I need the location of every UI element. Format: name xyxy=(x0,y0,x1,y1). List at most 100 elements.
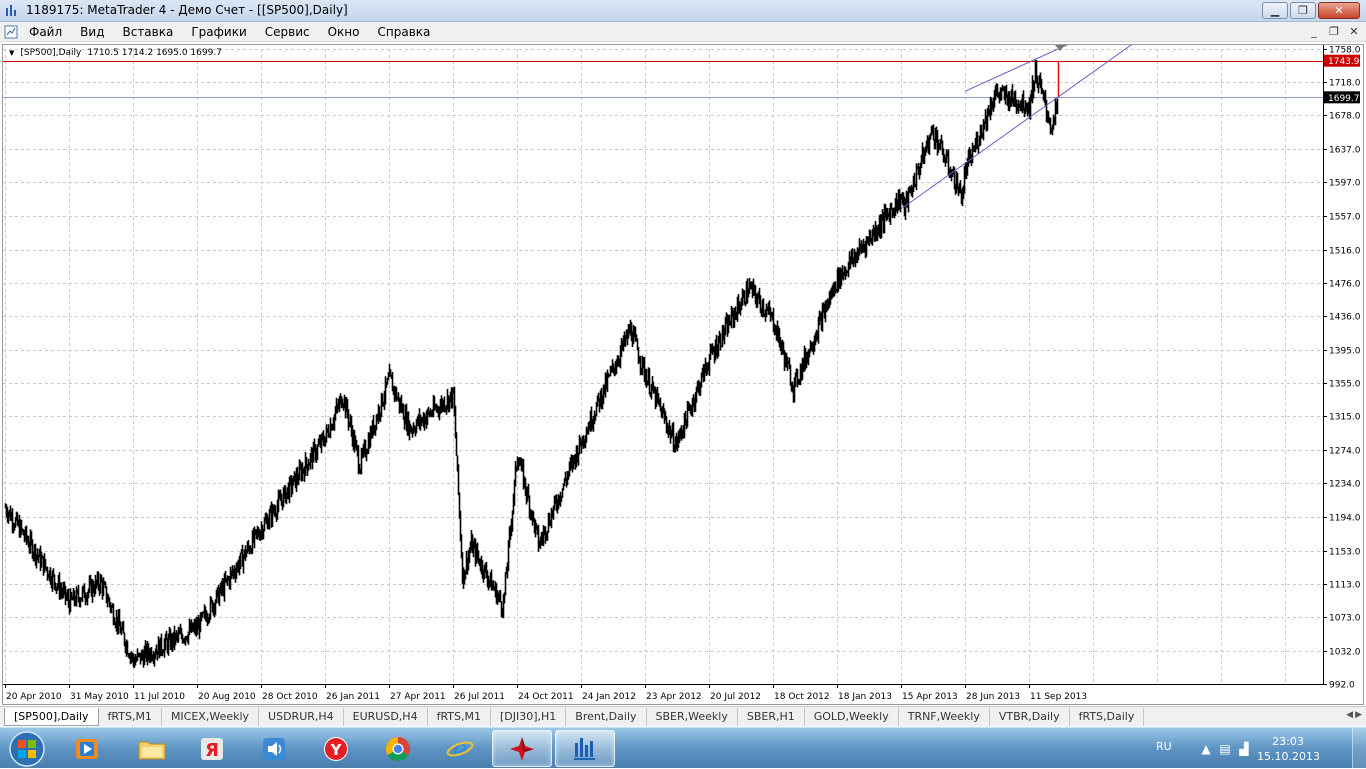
internet-explorer-icon: e xyxy=(446,735,474,763)
show-desktop-button[interactable] xyxy=(1352,728,1366,769)
x-tick-label: 20 Jul 2012 xyxy=(710,692,761,702)
y-tick-label: 1597.0 xyxy=(1329,179,1361,189)
x-tick-label: 26 Jan 2011 xyxy=(326,692,380,702)
chart-tab[interactable]: EURUSD,H4 xyxy=(344,708,428,726)
chrome-icon xyxy=(385,736,411,761)
y-tick-label: 1557.0 xyxy=(1329,213,1361,223)
clock[interactable]: 23:03 15.10.2013 xyxy=(1257,734,1320,764)
chart-tab[interactable]: [SP500],Daily xyxy=(4,708,99,726)
x-tick-label: 31 May 2010 xyxy=(70,692,129,702)
price-chart[interactable]: 1758.0 1718.0 1678.0 1637.0 1597.0 1557.0 1516… xyxy=(3,45,1363,704)
chrome-button[interactable] xyxy=(368,730,428,767)
y-tick-label: 1395.0 xyxy=(1329,347,1361,357)
chart-tab[interactable]: VTBR,Daily xyxy=(990,708,1070,726)
close-button[interactable]: ✕ xyxy=(1318,2,1360,19)
chart-tab[interactable]: GOLD,Weekly xyxy=(805,708,899,726)
y-tick-label: 1436.0 xyxy=(1329,313,1361,323)
chart-minimize-button[interactable]: _ xyxy=(1306,24,1322,39)
x-tick-label: 20 Aug 2010 xyxy=(198,692,256,702)
windows-start-icon[interactable] xyxy=(4,729,50,769)
chart-tab[interactable]: SBER,H1 xyxy=(738,708,805,726)
chart-tab[interactable]: fRTS,M1 xyxy=(428,708,491,726)
internet-explorer-button[interactable]: e xyxy=(430,730,490,767)
y-tick-label: 992.0 xyxy=(1329,681,1355,691)
chart-tab[interactable]: Brent,Daily xyxy=(566,708,647,726)
chart-tab[interactable]: TRNF,Weekly xyxy=(899,708,990,726)
red-star-app-button[interactable] xyxy=(492,730,552,767)
chart-window-icon[interactable] xyxy=(4,25,18,39)
chart-restore-button[interactable]: ❐ xyxy=(1326,24,1342,39)
metatrader-app-icon xyxy=(6,5,16,16)
window-title: 1189175: MetaTrader 4 - Демо Счет - [[SP… xyxy=(26,3,348,17)
chart-tab[interactable]: fRTS,M1 xyxy=(99,708,162,726)
metatrader-button[interactable] xyxy=(555,730,615,767)
alert-price-label: 1743.9 xyxy=(1328,57,1360,67)
chart-header-symbol: [SP500],Daily xyxy=(20,48,82,58)
media-player-button[interactable] xyxy=(57,730,117,767)
current-price-label: 1699.7 xyxy=(1328,94,1360,104)
svg-text:Y: Y xyxy=(330,741,343,759)
chart-tab[interactable]: MICEX,Weekly xyxy=(162,708,260,726)
menu-file[interactable]: Файл xyxy=(29,24,71,39)
yandex-button[interactable]: Я xyxy=(182,730,242,767)
y-tick-label: 1758.0 xyxy=(1329,46,1361,56)
explorer-button[interactable] xyxy=(122,730,182,767)
x-tick-label: 18 Jan 2013 xyxy=(838,692,892,702)
y-tick-label: 1637.0 xyxy=(1329,146,1361,156)
chart-window[interactable]: 1758.0 1718.0 1678.0 1637.0 1597.0 1557.0 1516… xyxy=(2,44,1364,705)
x-tick-label: 20 Apr 2010 xyxy=(6,692,62,702)
x-tick-label: 15 Apr 2013 xyxy=(902,692,958,702)
y-tick-label: 1234.0 xyxy=(1329,480,1361,490)
menu-window[interactable]: Окно xyxy=(328,24,369,39)
clock-date: 15.10.2013 xyxy=(1257,750,1320,763)
y-tick-label: 1476.0 xyxy=(1329,280,1361,290)
y-tick-label: 1113.0 xyxy=(1329,581,1361,591)
restore-button[interactable]: ❐ xyxy=(1290,2,1316,19)
x-tick-label: 28 Jun 2013 xyxy=(966,692,1020,702)
x-tick-label: 26 Jul 2011 xyxy=(454,692,505,702)
x-tick-label: 24 Jan 2012 xyxy=(582,692,636,702)
channel-lower-line xyxy=(900,45,1132,210)
minimize-button[interactable]: ▁ xyxy=(1262,2,1288,19)
x-tick-label: 18 Oct 2012 xyxy=(774,692,830,702)
tab-scroll-right-icon[interactable]: ▶ xyxy=(1355,710,1362,720)
speaker-app-button[interactable] xyxy=(244,730,304,767)
system-tray: RU ▲ ▤ ▟ 23:03 15.10.2013 xyxy=(1156,728,1366,769)
chart-close-button[interactable]: ✕ xyxy=(1346,24,1362,39)
power-icon[interactable]: ▤ xyxy=(1217,741,1233,757)
svg-text:Я: Я xyxy=(205,740,219,761)
menu-help[interactable]: Справка xyxy=(378,24,440,39)
menu-charts[interactable]: Графики xyxy=(191,24,255,39)
yandex-browser-icon: Y xyxy=(324,736,348,761)
red-star-app-icon xyxy=(510,736,534,761)
chart-tab[interactable]: SBER,Weekly xyxy=(647,708,738,726)
tray-expand-icon[interactable]: ▲ xyxy=(1198,741,1214,757)
menu-insert[interactable]: Вставка xyxy=(122,24,182,39)
y-tick-label: 1194.0 xyxy=(1329,514,1361,524)
media-player-icon xyxy=(76,738,98,759)
language-indicator[interactable]: RU xyxy=(1156,740,1172,753)
network-signal-icon[interactable]: ▟ xyxy=(1236,741,1252,757)
chart-tab[interactable]: [DJI30],H1 xyxy=(491,708,567,726)
menu-bar: Файл Вид Вставка Графики Сервис Окно Спр… xyxy=(0,22,1366,42)
menu-tools[interactable]: Сервис xyxy=(265,24,319,39)
svg-text:e: e xyxy=(452,735,467,763)
x-tick-label: 11 Sep 2013 xyxy=(1030,692,1087,702)
chart-header: ▼ [SP500],Daily 1710.5 1714.2 1695.0 169… xyxy=(9,48,222,58)
chart-tab[interactable]: fRTS,Daily xyxy=(1070,708,1145,726)
clock-time: 23:03 xyxy=(1272,735,1304,748)
x-tick-label: 11 Jul 2010 xyxy=(134,692,185,702)
chart-header-ohlc: 1710.5 1714.2 1695.0 1699.7 xyxy=(87,48,222,58)
price-series xyxy=(4,59,1059,668)
chart-tabs-bar: [SP500],Daily fRTS,M1 MICEX,Weekly USDRUR,H… xyxy=(0,706,1366,726)
y-tick-label: 1073.0 xyxy=(1329,614,1361,624)
x-tick-label: 28 Oct 2010 xyxy=(262,692,318,702)
chart-tab[interactable]: USDRUR,H4 xyxy=(259,708,344,726)
chart-header-dropdown-icon[interactable]: ▼ xyxy=(9,49,14,57)
y-tick-label: 1032.0 xyxy=(1329,648,1361,658)
metatrader-icon xyxy=(574,737,595,760)
tab-scroll-left-icon[interactable]: ◀ xyxy=(1346,710,1353,720)
menu-view[interactable]: Вид xyxy=(80,24,113,39)
taskbar: Я Y e RU ▲ ▤ ▟ 23:03 15.10.2013 xyxy=(0,727,1366,769)
yandex-browser-button[interactable]: Y xyxy=(306,730,366,767)
